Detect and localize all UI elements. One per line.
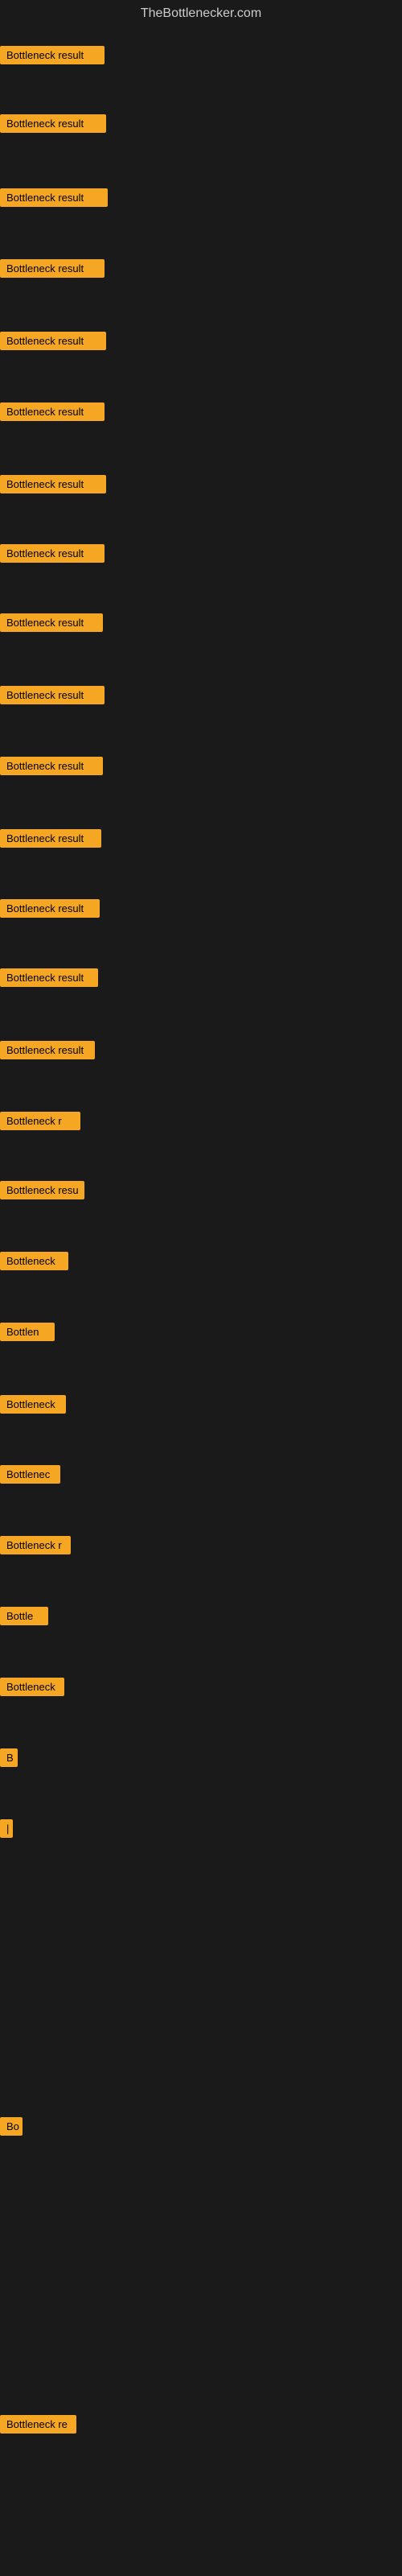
bottleneck-result-item: Bottleneck resu (0, 1181, 84, 1199)
bottleneck-result-item: Bottleneck result (0, 402, 105, 421)
bottleneck-result-item: Bottleneck result (0, 259, 105, 278)
bottleneck-result-item: Bottleneck re (0, 2415, 76, 2434)
bottleneck-result-item: B (0, 1748, 18, 1767)
bottleneck-result-item: Bottleneck result (0, 757, 103, 775)
bottleneck-result-item: Bottleneck r (0, 1536, 71, 1554)
bottleneck-result-item: Bottleneck result (0, 332, 106, 350)
site-title-text: TheBottlenecker.com (141, 6, 261, 20)
bottleneck-result-item: Bo (0, 2117, 23, 2136)
bottleneck-result-item: Bottleneck result (0, 686, 105, 704)
bottleneck-result-item: Bottleneck (0, 1678, 64, 1696)
bottleneck-result-item: | (0, 1819, 13, 1838)
bottleneck-result-item: Bottleneck result (0, 1041, 95, 1059)
bottleneck-result-item: Bottleneck result (0, 829, 101, 848)
bottleneck-result-item: Bottleneck result (0, 46, 105, 64)
bottleneck-result-item: Bottlenec (0, 1465, 60, 1484)
bottleneck-result-item: Bottleneck result (0, 188, 108, 207)
bottleneck-result-item: Bottle (0, 1607, 48, 1625)
bottleneck-result-item: Bottleneck result (0, 114, 106, 133)
bottleneck-result-item: Bottleneck result (0, 899, 100, 918)
bottleneck-result-item: Bottleneck result (0, 968, 98, 987)
bottleneck-result-item: Bottleneck (0, 1252, 68, 1270)
bottleneck-result-item: Bottleneck result (0, 613, 103, 632)
bottleneck-result-item: Bottleneck result (0, 544, 105, 563)
bottleneck-result-item: Bottleneck result (0, 475, 106, 493)
bottleneck-result-item: Bottlen (0, 1323, 55, 1341)
site-title: TheBottlenecker.com (0, 0, 402, 27)
bottleneck-result-item: Bottleneck r (0, 1112, 80, 1130)
bottleneck-result-item: Bottleneck (0, 1395, 66, 1414)
